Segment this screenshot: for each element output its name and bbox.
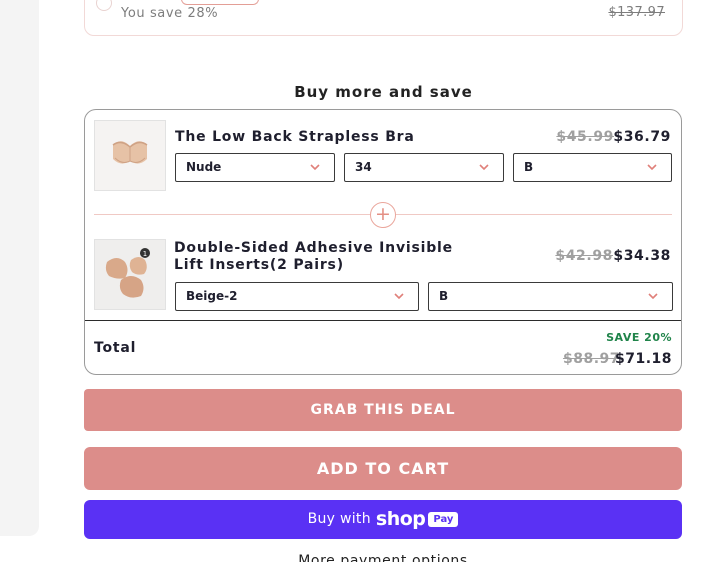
grab-deal-button[interactable]: GRAB THIS DEAL bbox=[84, 389, 682, 431]
item-original-price: $42.98 bbox=[555, 248, 613, 264]
plus-icon: + bbox=[370, 202, 396, 228]
total-label: Total bbox=[94, 340, 137, 356]
product-image-strapless-bra[interactable] bbox=[94, 120, 166, 191]
color-select[interactable]: Nude bbox=[175, 153, 335, 182]
chevron-down-icon bbox=[479, 164, 489, 171]
select-value: B bbox=[439, 289, 449, 303]
select-value: B bbox=[524, 160, 534, 174]
cup-size-select[interactable]: B bbox=[428, 282, 673, 311]
cup-size-select[interactable]: B bbox=[513, 153, 672, 182]
select-value: Beige-2 bbox=[186, 289, 238, 303]
image-badge-number: 1 bbox=[143, 250, 147, 258]
shop-logo: shop bbox=[375, 508, 426, 530]
select-value: Nude bbox=[186, 160, 222, 174]
bundle-section-title: Buy more and save bbox=[294, 83, 473, 101]
plus-symbol: + bbox=[375, 203, 391, 225]
lift-inserts-icon: 1 bbox=[95, 240, 165, 309]
product-image-lift-inserts[interactable]: 1 bbox=[94, 239, 166, 310]
more-payment-options-link[interactable]: More payment options bbox=[84, 553, 682, 562]
pay-pill: Pay bbox=[428, 512, 459, 527]
item-name[interactable]: The Low Back Strapless Bra bbox=[175, 129, 415, 146]
band-size-select[interactable]: 34 bbox=[344, 153, 504, 182]
item-sale-price: $34.38 bbox=[613, 248, 671, 264]
chevron-down-icon bbox=[648, 293, 658, 300]
offer-badge bbox=[181, 0, 259, 5]
bundle-total-row: Total SAVE 20% $88.97 $71.18 bbox=[85, 320, 681, 375]
total-original-price: $88.97 bbox=[562, 351, 620, 367]
previous-offer-card[interactable]: You save 28% $137.97 bbox=[84, 0, 683, 36]
left-sidebar-panel bbox=[0, 0, 39, 536]
item-original-price: $45.99 bbox=[556, 129, 614, 145]
shop-pay-button[interactable]: Buy with shop Pay bbox=[84, 500, 682, 539]
total-sale-price: $71.18 bbox=[614, 351, 672, 367]
offer-radio-button[interactable] bbox=[96, 0, 112, 11]
bundle-offer-card: The Low Back Strapless Bra $45.99 $36.79… bbox=[84, 109, 682, 375]
offer-savings-text: You save 28% bbox=[121, 6, 219, 21]
select-value: 34 bbox=[355, 160, 372, 174]
shop-pay-content: Buy with shop Pay bbox=[84, 500, 682, 539]
chevron-down-icon bbox=[647, 164, 657, 171]
buy-with-text: Buy with bbox=[307, 511, 371, 527]
item-name[interactable]: Double-Sided Adhesive Invisible Lift Ins… bbox=[174, 240, 454, 274]
strapless-bra-icon bbox=[95, 121, 165, 190]
item-sale-price: $36.79 bbox=[613, 129, 671, 145]
offer-original-price: $137.97 bbox=[608, 5, 665, 20]
add-to-cart-button[interactable]: ADD TO CART bbox=[84, 447, 682, 490]
color-select[interactable]: Beige-2 bbox=[175, 282, 419, 311]
save-badge: SAVE 20% bbox=[606, 331, 672, 344]
chevron-down-icon bbox=[310, 164, 320, 171]
chevron-down-icon bbox=[394, 293, 404, 300]
